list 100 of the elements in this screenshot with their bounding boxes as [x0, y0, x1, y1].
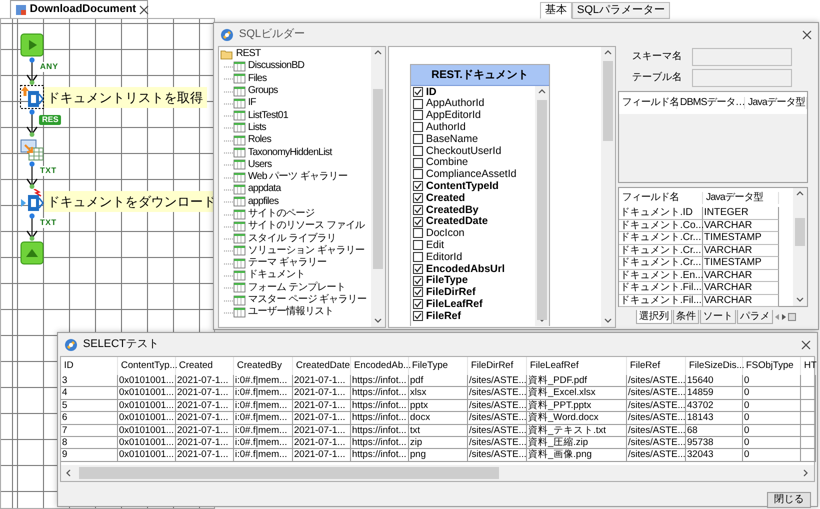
table-cell: /sites/ASTE... [627, 449, 686, 462]
table-icon [224, 86, 246, 97]
checkbox[interactable] [413, 240, 423, 250]
column-header[interactable]: FileLeafRef [527, 357, 627, 375]
checkbox[interactable] [413, 181, 423, 192]
checkbox[interactable] [413, 204, 423, 215]
checkbox[interactable] [413, 146, 423, 156]
vertical-scrollbar[interactable] [793, 188, 807, 306]
tree-item[interactable]: サイトのリソース ファイル [248, 220, 364, 232]
tab[interactable]: パラメ [737, 310, 773, 324]
vertical-scrollbar[interactable] [371, 47, 385, 327]
checkbox[interactable] [413, 252, 423, 262]
tree-item[interactable]: Lists [248, 122, 266, 134]
table-icon [224, 294, 246, 306]
document-lightning-icon[interactable] [20, 189, 44, 213]
horizontal-scrollbar[interactable] [61, 464, 814, 481]
tree-item[interactable]: ユーザー情報リスト [248, 306, 334, 318]
checkbox[interactable] [413, 216, 423, 227]
column-header[interactable]: CreatedDate [293, 357, 351, 375]
tree-item[interactable]: appdata [248, 183, 281, 196]
checkbox[interactable] [413, 193, 423, 204]
tree-item[interactable]: ソリューション ギャラリー [248, 244, 364, 257]
tree-item[interactable]: マスター ページ ギャラリー [248, 294, 367, 306]
tab[interactable]: 選択列 [636, 310, 672, 324]
checkbox[interactable] [413, 287, 423, 298]
scrollbar-thumb[interactable] [795, 218, 805, 246]
scrollbar-thumb[interactable] [373, 89, 383, 269]
column-header[interactable]: ContentTyp... [118, 357, 176, 375]
vertical-scrollbar[interactable] [601, 47, 615, 327]
chevron-left-icon[interactable] [65, 468, 73, 477]
checkbox[interactable] [413, 169, 423, 180]
checkbox[interactable] [413, 264, 423, 274]
tree-item[interactable]: Roles [248, 134, 272, 146]
triangle-up-icon[interactable] [20, 241, 44, 265]
tree-item[interactable]: IF [248, 97, 256, 110]
tree-item[interactable]: DiscussionBD [248, 60, 304, 72]
tree-item[interactable]: REST [220, 48, 371, 60]
tree-item[interactable]: Files [248, 72, 267, 85]
chevron-up-icon[interactable] [604, 49, 612, 57]
checkbox[interactable] [413, 158, 423, 168]
checkbox[interactable] [413, 134, 423, 144]
column-header[interactable]: EncodedAb... [351, 357, 409, 375]
checkbox[interactable] [413, 98, 423, 109]
tab[interactable]: SQLパラメーター [572, 2, 670, 19]
tree-item[interactable]: サイトのページ [248, 208, 314, 220]
tree-item[interactable]: Users [248, 158, 272, 171]
field-name: FileDirRef [426, 286, 476, 299]
scrollbar-thumb[interactable] [537, 100, 547, 320]
checkbox[interactable] [413, 299, 423, 310]
chevron-down-icon[interactable] [604, 317, 612, 325]
chevron-right-icon[interactable] [802, 468, 810, 477]
close-button[interactable]: 閉じる [767, 492, 811, 508]
checkbox[interactable] [413, 276, 423, 286]
tree-item[interactable]: Groups [248, 85, 278, 98]
chevron-up-icon[interactable] [538, 88, 546, 96]
table-mapping-icon[interactable] [20, 137, 44, 161]
chevron-down-icon[interactable] [796, 296, 804, 304]
tree-item[interactable]: ListTest01 [248, 110, 288, 122]
column-header[interactable]: CreatedBy [234, 357, 293, 375]
checkbox[interactable] [413, 311, 423, 322]
editor-tab[interactable]: DownloadDocument [10, 0, 148, 18]
tree-item[interactable]: appfiles [248, 196, 278, 208]
scroll-right-icon[interactable] [781, 313, 787, 321]
tree-item[interactable]: スタイル ライブラリ [248, 232, 336, 245]
chevron-up-icon[interactable] [796, 190, 804, 198]
vertical-scrollbar[interactable] [535, 86, 549, 326]
play-icon[interactable] [20, 33, 44, 57]
close-icon[interactable] [138, 4, 149, 14]
table-cell: 資料_画像.png [527, 449, 627, 462]
tab[interactable]: ソート [700, 310, 736, 324]
scrollbar-thumb[interactable] [603, 61, 613, 141]
tab[interactable]: 条件 [673, 310, 699, 324]
input-field[interactable] [692, 48, 792, 66]
close-icon[interactable] [802, 30, 812, 40]
chevron-up-icon[interactable] [374, 49, 382, 57]
checkbox[interactable] [413, 86, 423, 97]
checkbox[interactable] [413, 110, 423, 120]
column-header[interactable]: FileDirRef [468, 357, 527, 375]
upload-document-icon[interactable] [20, 85, 44, 109]
column-header[interactable]: FileRef [627, 357, 686, 375]
checkbox[interactable] [413, 228, 423, 238]
close-icon[interactable] [801, 340, 811, 350]
tree-item[interactable]: ドキュメント [248, 269, 305, 282]
column-header[interactable]: FileType [409, 357, 468, 375]
column-header[interactable]: FileSizeDis... [686, 357, 743, 375]
input-field[interactable] [692, 68, 792, 86]
checkbox[interactable] [413, 122, 423, 132]
table-cell: /sites/ASTE... [468, 424, 527, 437]
tree-item[interactable]: TaxonomyHiddenList [248, 146, 332, 159]
tree-item[interactable]: フォーム テンプレート [248, 282, 346, 294]
column-header[interactable]: FSObjType [743, 357, 801, 375]
tree-item[interactable]: テーマ ギャラリー [248, 257, 326, 270]
tree-item[interactable]: Web パーツ ギャラリー [248, 171, 348, 184]
scrollbar-thumb[interactable] [79, 466, 499, 479]
column-header[interactable]: ID [61, 357, 118, 375]
column-header[interactable]: HT [801, 357, 816, 375]
tab[interactable]: 基本 [540, 2, 572, 19]
column-header[interactable]: Created [176, 357, 234, 375]
table-cell: i:0#.f|mem... [234, 387, 293, 400]
chevron-down-icon[interactable] [374, 317, 382, 325]
